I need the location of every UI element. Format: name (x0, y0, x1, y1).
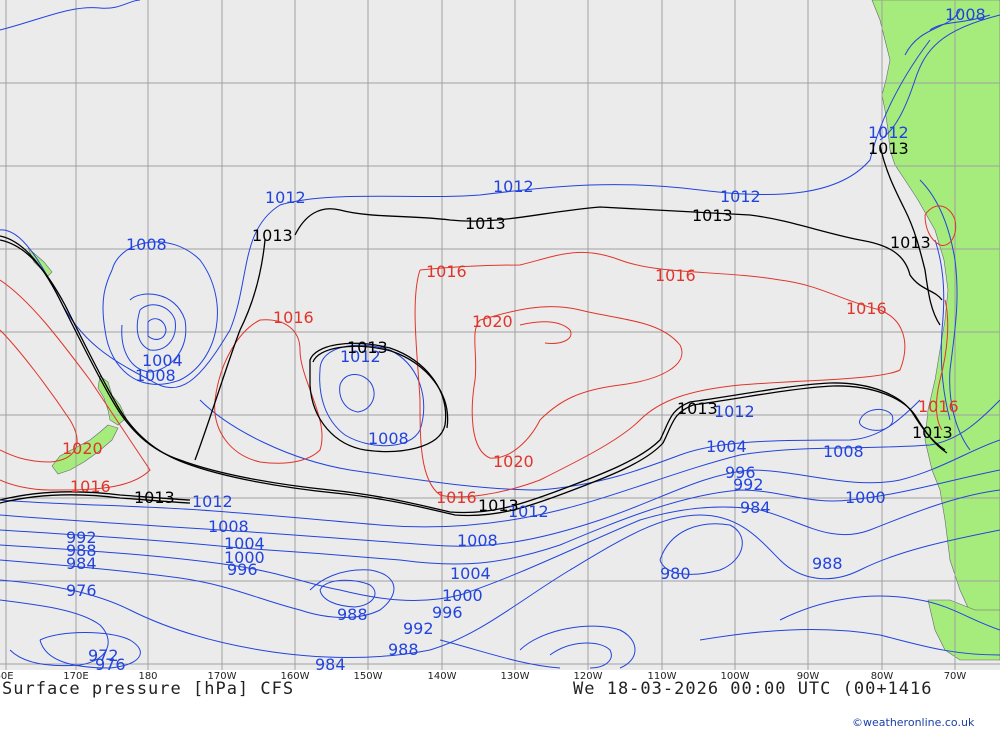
longitude-tick: 140W (427, 671, 457, 682)
isobar-label: 1012 (720, 187, 761, 206)
isobar-label: 996 (227, 560, 258, 579)
isobar-label: 1016 (426, 262, 467, 281)
new-caledonia-land (27, 247, 53, 277)
isobar-label: 1012 (192, 492, 233, 511)
isobar-label: 1013 (912, 423, 953, 442)
isobar-label: 984 (315, 655, 346, 670)
isobar-label: 992 (733, 475, 764, 494)
isobar-label: 980 (660, 564, 691, 583)
map-title: Surface pressure [hPa] CFS (2, 679, 295, 699)
south-america-land (871, 0, 1000, 631)
valid-time: We 18-03-2026 00:00 UTC (00+1416 (573, 679, 933, 699)
isobar-label: 1013 (347, 338, 388, 357)
isobar-label: 976 (95, 655, 126, 670)
isobar-label: 996 (432, 603, 463, 622)
isobar-label: 1016 (436, 488, 477, 507)
isobar-label: 984 (740, 498, 771, 517)
credit-link[interactable]: ©weatheronline.co.uk (852, 716, 974, 729)
land-masses (27, 0, 1000, 661)
isobar-label: 1012 (265, 188, 306, 207)
isobar-label: 1004 (706, 437, 747, 456)
isobar-label: 1016 (70, 477, 111, 496)
isobar-label: 1020 (472, 312, 513, 331)
isobar-label: 1013 (478, 496, 519, 515)
isobar-label: 1008 (126, 235, 167, 254)
isobar-label: 1016 (655, 266, 696, 285)
isobar-label: 1013 (465, 214, 506, 233)
isobar-label: 1020 (493, 452, 534, 471)
isobar-label: 1016 (846, 299, 887, 318)
map-canvas: 1012 1012 1012 1008 1008 1004 1012 1008 … (0, 0, 1000, 670)
isobar-label: 1012 (493, 177, 534, 196)
isobar-label: 1004 (142, 351, 183, 370)
isobar-label: 1020 (62, 439, 103, 458)
isobar-label: 988 (812, 554, 843, 573)
isobar-label: 1013 (890, 233, 931, 252)
isobar-label: 1004 (450, 564, 491, 583)
isobar-label: 988 (388, 640, 419, 659)
isobar-label: 1016 (273, 308, 314, 327)
isobar-label: 1016 (918, 397, 959, 416)
isobar-label: 1013 (134, 488, 175, 507)
isobar-label: 1008 (368, 429, 409, 448)
isobar-label: 1012 (714, 402, 755, 421)
low-isobars (0, 0, 1000, 669)
isobar-label: 1008 (457, 531, 498, 550)
longitude-tick: 150W (353, 671, 383, 682)
isobar-label: 1000 (845, 488, 886, 507)
longitude-tick: 130W (500, 671, 530, 682)
isobar-label: 1013 (868, 139, 909, 158)
isobar-label: 988 (337, 605, 368, 624)
isobar-label: 976 (66, 581, 97, 600)
isobar-label: 992 (403, 619, 434, 638)
isobar-label: 1013 (692, 206, 733, 225)
lat-lon-grid (0, 0, 1000, 670)
isobar-label: 1008 (945, 5, 986, 24)
isobar-label: 984 (66, 554, 97, 573)
pressure-map: 1012 1012 1012 1008 1008 1004 1012 1008 … (0, 0, 1000, 670)
longitude-tick: 70W (943, 671, 967, 682)
isobar-label: 1013 (677, 399, 718, 418)
isobar-label: 1008 (823, 442, 864, 461)
isobar-label: 1013 (252, 226, 293, 245)
